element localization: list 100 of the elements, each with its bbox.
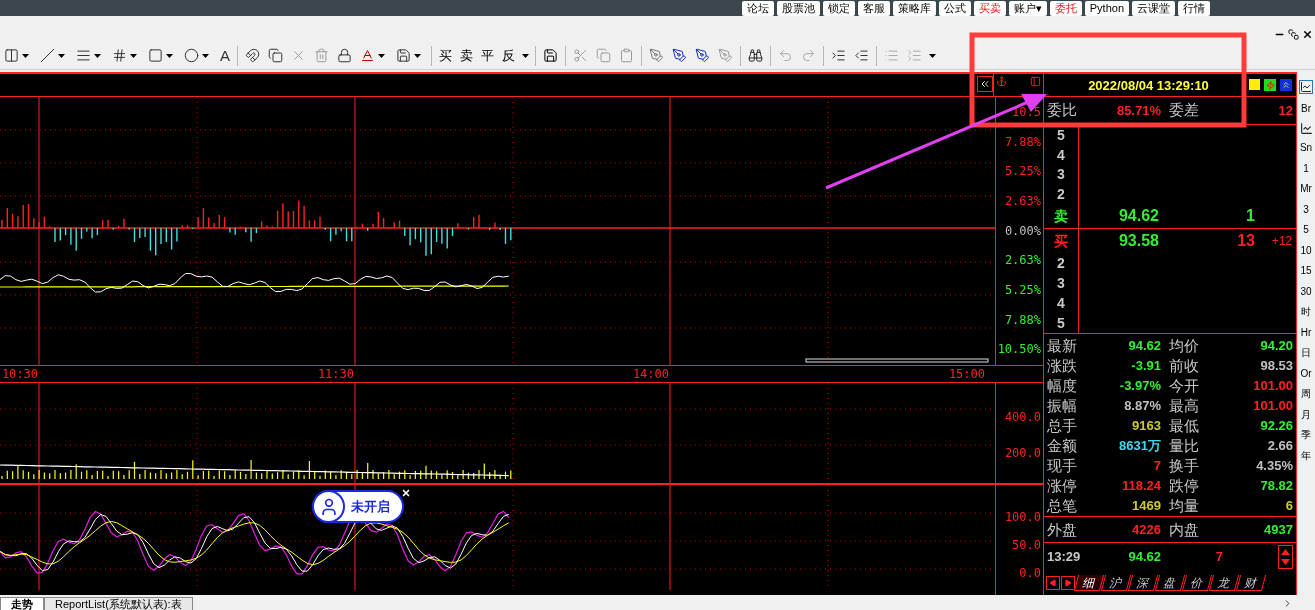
period-button[interactable]: Sn — [1299, 138, 1313, 159]
stat-label: 跌停 — [1168, 477, 1200, 493]
stat-value: 9163 — [1131, 418, 1161, 432]
trade-button[interactable]: 平 — [481, 49, 494, 62]
stat-value: 4937 — [1263, 523, 1293, 536]
popup-label: 未开启 — [351, 500, 390, 513]
level-label: 4 — [1057, 296, 1065, 310]
axis-label: 7.88% — [1004, 313, 1041, 326]
stat-value: 94.20 — [1259, 338, 1293, 352]
period-button[interactable]: 3 — [1303, 199, 1309, 220]
axis-label: 0.00% — [1004, 224, 1041, 237]
stat-label: 涨跌 — [1047, 357, 1078, 373]
status-popup[interactable]: 未开启 — [312, 490, 404, 523]
level-label: 卖 — [1054, 209, 1068, 223]
axis-label: 5.25% — [1004, 165, 1041, 178]
order-price: 94.62 — [1117, 206, 1159, 226]
stat-label: 量比 — [1168, 437, 1200, 453]
period-button[interactable]: 时 — [1301, 302, 1311, 323]
stat-label: 振幅 — [1047, 397, 1078, 413]
period-button[interactable]: 1 — [1303, 158, 1309, 179]
trade-button[interactable]: 卖 — [460, 49, 473, 62]
stat-label: 金额 — [1047, 437, 1078, 453]
period-button[interactable]: 年 — [1301, 445, 1311, 466]
stat-label: 最新 — [1047, 337, 1078, 353]
stat-value: 118.24 — [1120, 478, 1161, 492]
menu-button[interactable]: Python — [1084, 0, 1129, 16]
tick-volume: 7 — [1214, 547, 1223, 566]
trade-button[interactable]: 反 — [502, 49, 515, 62]
menu-button[interactable]: 论坛 — [741, 0, 774, 16]
period-button[interactable]: 30 — [1300, 281, 1312, 302]
stat-value: 101.00 — [1252, 398, 1293, 412]
menu-button[interactable]: 公式 — [938, 0, 971, 16]
diff-value: 12 — [1277, 101, 1293, 120]
quote-tab[interactable]: 细 — [1073, 574, 1105, 591]
period-button[interactable]: 5 — [1303, 220, 1309, 241]
text-tool-button[interactable]: A — [220, 48, 230, 63]
menu-button[interactable]: 行情 — [1178, 0, 1210, 16]
axis-label: 10.5 — [1012, 105, 1041, 118]
stat-label: 均价 — [1168, 337, 1200, 353]
sheet-tab[interactable]: 走势 — [0, 597, 44, 610]
axis-label: 5.25% — [1004, 283, 1041, 296]
axis-label: 10.50% — [997, 343, 1041, 356]
stat-label: 前收 — [1168, 357, 1200, 373]
trade-button[interactable]: 买 — [439, 49, 452, 62]
menu-button[interactable]: 账户▾ — [1008, 0, 1047, 16]
period-button[interactable]: Hr — [1300, 322, 1312, 343]
stat-label: 外盘 — [1047, 522, 1078, 537]
stat-label: 最高 — [1168, 397, 1200, 413]
period-button[interactable]: Or — [1300, 363, 1312, 384]
level-label: 5 — [1057, 127, 1065, 142]
stat-label: 内盘 — [1168, 522, 1200, 537]
stat-label: 现手 — [1047, 457, 1078, 473]
period-button[interactable]: 15 — [1300, 261, 1312, 282]
stat-value: 8631万 — [1118, 438, 1161, 452]
stat-value: 4226 — [1131, 523, 1161, 536]
period-button[interactable]: Br — [1301, 98, 1311, 119]
stat-value: 4.35% — [1255, 458, 1293, 472]
menu-button[interactable]: 锁定 — [822, 0, 855, 16]
period-button[interactable]: 日 — [1301, 343, 1311, 364]
stat-value: -3.97% — [1118, 378, 1161, 392]
ratio-label: 委比 — [1047, 100, 1078, 121]
sheet-tab[interactable]: ReportList(系统默认表):表 — [44, 597, 193, 610]
axis-label: 50.0 — [1012, 539, 1041, 551]
menu-button[interactable]: 买卖 — [973, 0, 1006, 16]
order-change: +12 — [1270, 233, 1293, 250]
period-button[interactable]: 月 — [1301, 404, 1311, 425]
order-price: 93.58 — [1117, 231, 1159, 251]
order-volume: 13 — [1236, 231, 1255, 251]
level-label: 买 — [1054, 234, 1068, 248]
stat-value: 7 — [1152, 458, 1161, 472]
time-label: 10:30 — [1, 368, 39, 380]
level-label: 2 — [1057, 256, 1065, 270]
menu-button[interactable]: 客服 — [857, 0, 890, 16]
stat-value: 101.00 — [1252, 378, 1293, 392]
stat-value: 1469 — [1131, 498, 1161, 512]
menu-button[interactable]: 委托 — [1049, 0, 1082, 16]
stat-value: 78.82 — [1259, 478, 1293, 492]
period-button[interactable]: 10 — [1300, 240, 1312, 261]
stat-value: 98.53 — [1259, 358, 1293, 372]
level-label: 2 — [1057, 187, 1065, 202]
period-button[interactable]: Mr — [1300, 179, 1312, 200]
period-button[interactable]: 季 — [1301, 425, 1311, 446]
stat-value: -3.91 — [1130, 358, 1161, 372]
menu-button[interactable]: 股票池 — [776, 0, 820, 16]
time-label: 15:00 — [948, 368, 986, 380]
axis-label: 200.0 — [1004, 447, 1041, 459]
axis-label: 7.88% — [1004, 135, 1041, 148]
menu-button[interactable]: 策略库 — [892, 0, 936, 16]
order-volume: 1 — [1245, 206, 1255, 226]
stat-label: 换手 — [1168, 457, 1200, 473]
time-label: 11:30 — [317, 368, 355, 380]
menu-button[interactable]: 云课堂 — [1132, 0, 1175, 16]
datetime: 2022/08/04 13:29:10 — [1087, 78, 1210, 92]
diff-label: 委差 — [1168, 100, 1200, 121]
time-label: 14:00 — [632, 368, 670, 380]
period-button[interactable]: 周 — [1301, 384, 1311, 405]
stat-value: 8.87% — [1123, 398, 1161, 412]
stat-label: 最低 — [1168, 417, 1200, 433]
stat-label: 总手 — [1047, 417, 1078, 433]
axis-label: 100.0 — [1004, 511, 1041, 523]
